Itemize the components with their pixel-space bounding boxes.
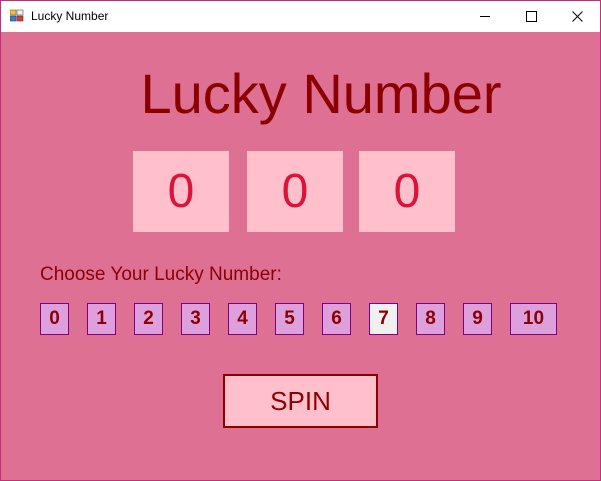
reel-1: 0 <box>133 151 229 232</box>
number-button-0[interactable]: 0 <box>40 303 69 335</box>
number-button-2[interactable]: 2 <box>134 303 163 335</box>
app-icon <box>10 9 24 22</box>
page-title: Lucky Number <box>140 62 502 125</box>
title-bar[interactable]: Lucky Number <box>1 1 600 32</box>
form-client-area: Lucky Number 0 0 0 Choose Your Lucky Num… <box>1 32 600 480</box>
close-button[interactable] <box>554 1 600 32</box>
maximize-button[interactable] <box>508 1 554 32</box>
number-button-5[interactable]: 5 <box>275 303 304 335</box>
choose-number-label: Choose Your Lucky Number: <box>40 264 282 285</box>
minimize-icon <box>479 16 490 17</box>
window-title: Lucky Number <box>31 9 109 23</box>
number-button-7[interactable]: 7 <box>369 303 398 335</box>
number-button-4[interactable]: 4 <box>228 303 257 335</box>
reel-3: 0 <box>359 151 455 232</box>
minimize-button[interactable] <box>462 1 508 32</box>
number-button-6[interactable]: 6 <box>322 303 351 335</box>
number-button-9[interactable]: 9 <box>463 303 492 335</box>
app-window: Lucky Number Lucky Number 0 0 0 Choose Y… <box>0 0 601 481</box>
reel-2: 0 <box>247 151 343 232</box>
number-button-8[interactable]: 8 <box>416 303 445 335</box>
spin-button[interactable]: SPIN <box>223 374 378 428</box>
maximize-icon <box>525 11 537 22</box>
number-button-10[interactable]: 10 <box>510 303 557 335</box>
close-icon <box>571 11 583 22</box>
number-button-1[interactable]: 1 <box>87 303 116 335</box>
number-button-3[interactable]: 3 <box>181 303 210 335</box>
